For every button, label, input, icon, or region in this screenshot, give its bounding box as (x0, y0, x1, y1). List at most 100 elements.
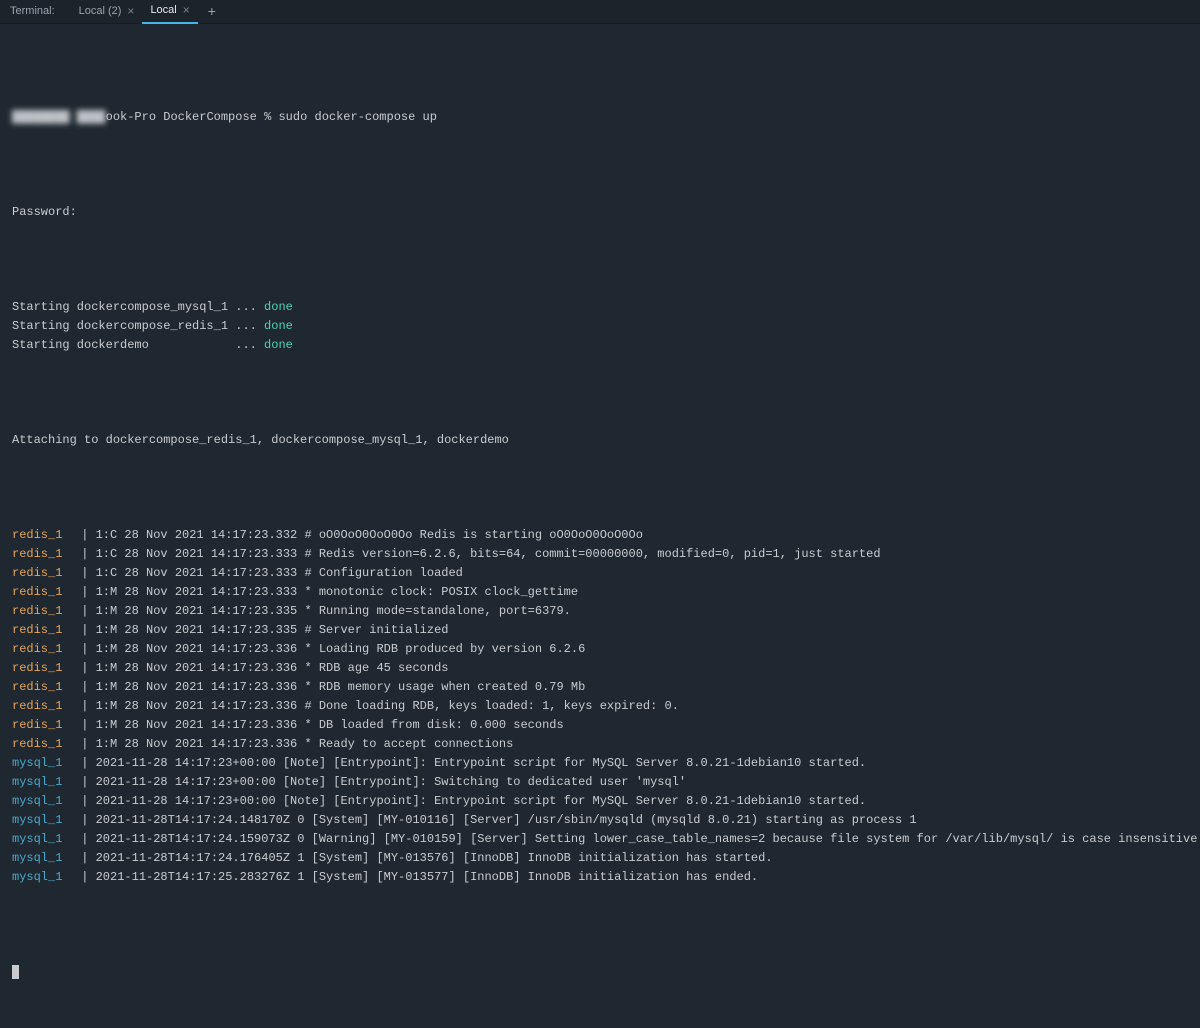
starting-line: Starting dockercompose_mysql_1 ... done (12, 298, 1188, 317)
log-text: 1:C 28 Nov 2021 14:17:23.333 # Configura… (96, 566, 463, 580)
log-text: 1:C 28 Nov 2021 14:17:23.332 # oO0OoO0Oo… (96, 528, 643, 542)
tab-local-2[interactable]: Local (2) × (71, 0, 143, 24)
log-text: 1:M 28 Nov 2021 14:17:23.335 * Running m… (96, 604, 571, 618)
log-line: mysql_1 | 2021-11-28 14:17:23+00:00 [Not… (12, 754, 1188, 773)
log-text: 1:M 28 Nov 2021 14:17:23.336 * RDB memor… (96, 680, 586, 694)
status-done: done (264, 319, 293, 333)
status-done: done (264, 338, 293, 352)
starting-text: Starting dockerdemo ... (12, 338, 264, 352)
log-line: mysql_1 | 2021-11-28 14:17:23+00:00 [Not… (12, 792, 1188, 811)
log-separator: | (74, 680, 96, 694)
log-separator: | (74, 642, 96, 656)
service-label: redis_1 (12, 697, 74, 716)
log-line: mysql_1 | 2021-11-28 14:17:23+00:00 [Not… (12, 773, 1188, 792)
log-separator: | (74, 718, 96, 732)
log-text: 1:M 28 Nov 2021 14:17:23.336 * Ready to … (96, 737, 514, 751)
service-label: mysql_1 (12, 754, 74, 773)
prompt-line: ████████ ████ook-Pro DockerCompose % sud… (12, 108, 1188, 127)
attaching-line: Attaching to dockercompose_redis_1, dock… (12, 431, 1188, 450)
log-line: redis_1 | 1:M 28 Nov 2021 14:17:23.336 *… (12, 716, 1188, 735)
service-label: mysql_1 (12, 849, 74, 868)
cursor-line (12, 963, 1188, 982)
log-text: 2021-11-28 14:17:23+00:00 [Note] [Entryp… (96, 756, 867, 770)
log-text: 1:M 28 Nov 2021 14:17:23.336 * RDB age 4… (96, 661, 449, 675)
service-label: redis_1 (12, 659, 74, 678)
service-label: mysql_1 (12, 773, 74, 792)
service-label: redis_1 (12, 678, 74, 697)
log-separator: | (74, 851, 96, 865)
service-label: redis_1 (12, 583, 74, 602)
tab-label: Local (150, 1, 176, 20)
log-line: redis_1 | 1:C 28 Nov 2021 14:17:23.333 #… (12, 545, 1188, 564)
service-label: mysql_1 (12, 792, 74, 811)
log-separator: | (74, 585, 96, 599)
log-separator: | (74, 756, 96, 770)
log-separator: | (74, 604, 96, 618)
log-line: redis_1 | 1:M 28 Nov 2021 14:17:23.336 *… (12, 735, 1188, 754)
log-line: redis_1 | 1:M 28 Nov 2021 14:17:23.335 *… (12, 602, 1188, 621)
log-separator: | (74, 623, 96, 637)
status-done: done (264, 300, 293, 314)
service-label: redis_1 (12, 545, 74, 564)
log-separator: | (74, 661, 96, 675)
log-line: mysql_1 | 2021-11-28T14:17:24.148170Z 0 … (12, 811, 1188, 830)
service-label: redis_1 (12, 735, 74, 754)
service-label: redis_1 (12, 602, 74, 621)
starting-text: Starting dockercompose_mysql_1 ... (12, 300, 264, 314)
log-separator: | (74, 870, 96, 884)
log-separator: | (74, 775, 96, 789)
log-separator: | (74, 794, 96, 808)
log-line: redis_1 | 1:M 28 Nov 2021 14:17:23.336 *… (12, 640, 1188, 659)
log-text: 1:M 28 Nov 2021 14:17:23.333 * monotonic… (96, 585, 578, 599)
close-icon[interactable]: × (183, 1, 190, 20)
hostname-fragment: ook-Pro (106, 110, 156, 124)
terminal-body[interactable]: ████████ ████ook-Pro DockerCompose % sud… (0, 24, 1200, 1028)
log-line: redis_1 | 1:M 28 Nov 2021 14:17:23.336 #… (12, 697, 1188, 716)
log-separator: | (74, 528, 96, 542)
log-line: redis_1 | 1:M 28 Nov 2021 14:17:23.336 *… (12, 659, 1188, 678)
service-label: mysql_1 (12, 868, 74, 887)
service-label: redis_1 (12, 526, 74, 545)
log-separator: | (74, 813, 96, 827)
tab-local[interactable]: Local × (142, 0, 197, 24)
cursor-icon (12, 965, 19, 979)
log-text: 2021-11-28T14:17:24.148170Z 0 [System] [… (96, 813, 917, 827)
starting-text: Starting dockercompose_redis_1 ... (12, 319, 264, 333)
log-line: mysql_1 | 2021-11-28T14:17:25.283276Z 1 … (12, 868, 1188, 887)
log-text: 1:M 28 Nov 2021 14:17:23.336 * Loading R… (96, 642, 586, 656)
log-line: redis_1 | 1:M 28 Nov 2021 14:17:23.335 #… (12, 621, 1188, 640)
log-text: 2021-11-28 14:17:23+00:00 [Note] [Entryp… (96, 794, 867, 808)
add-tab-button[interactable]: + (208, 2, 216, 21)
log-separator: | (74, 832, 96, 846)
log-separator: | (74, 699, 96, 713)
service-label: redis_1 (12, 640, 74, 659)
log-line: mysql_1 | 2021-11-28T14:17:24.159073Z 0 … (12, 830, 1188, 849)
service-label: redis_1 (12, 621, 74, 640)
close-icon[interactable]: × (127, 2, 134, 21)
hostname-obscured: ████████ ████ (12, 110, 106, 124)
cwd: DockerCompose (163, 110, 257, 124)
log-text: 1:M 28 Nov 2021 14:17:23.335 # Server in… (96, 623, 449, 637)
log-text: 2021-11-28T14:17:24.176405Z 1 [System] [… (96, 851, 773, 865)
starting-line: Starting dockerdemo ... done (12, 336, 1188, 355)
starting-line: Starting dockercompose_redis_1 ... done (12, 317, 1188, 336)
log-line: redis_1 | 1:M 28 Nov 2021 14:17:23.336 *… (12, 678, 1188, 697)
log-text: 2021-11-28T14:17:25.283276Z 1 [System] [… (96, 870, 759, 884)
command-text: sudo docker-compose up (278, 110, 436, 124)
log-separator: | (74, 737, 96, 751)
log-text: 1:M 28 Nov 2021 14:17:23.336 # Done load… (96, 699, 679, 713)
tabbar-label: Terminal: (10, 2, 55, 21)
terminal-tabbar: Terminal: Local (2) × Local × + (0, 0, 1200, 24)
service-label: redis_1 (12, 564, 74, 583)
log-text: 1:C 28 Nov 2021 14:17:23.333 # Redis ver… (96, 547, 881, 561)
log-separator: | (74, 566, 96, 580)
log-text: 2021-11-28 14:17:23+00:00 [Note] [Entryp… (96, 775, 687, 789)
log-line: mysql_1 | 2021-11-28T14:17:24.176405Z 1 … (12, 849, 1188, 868)
log-text: 1:M 28 Nov 2021 14:17:23.336 * DB loaded… (96, 718, 564, 732)
service-label: mysql_1 (12, 830, 74, 849)
service-label: mysql_1 (12, 811, 74, 830)
password-prompt: Password: (12, 203, 1188, 222)
log-line: redis_1 | 1:M 28 Nov 2021 14:17:23.333 *… (12, 583, 1188, 602)
log-line: redis_1 | 1:C 28 Nov 2021 14:17:23.333 #… (12, 564, 1188, 583)
tab-label: Local (2) (79, 2, 122, 21)
